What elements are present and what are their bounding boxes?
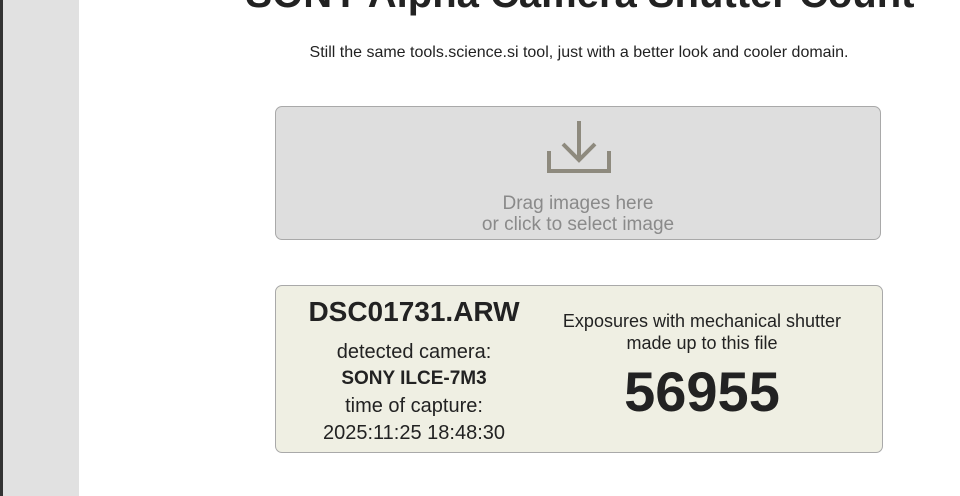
exposures-label-line2: made up to this file [626, 333, 778, 353]
capture-time-label: time of capture: [345, 395, 483, 417]
file-name: DSC01731.ARW [308, 296, 520, 327]
page-title: SONY Alpha Camera Shutter Count [170, 0, 960, 14]
dropzone-drag-text: Drag images here [502, 193, 654, 214]
capture-time-value: 2025:11:25 18:48:30 [322, 422, 506, 444]
result-card: DSC01731.ARW detected camera: SONY ILCE-… [275, 285, 883, 453]
shutter-count: 56955 [624, 360, 780, 423]
page-subtitle: Still the same tools.science.si tool, ju… [309, 44, 849, 61]
dropzone-click-text: or click to select image [481, 214, 675, 235]
camera-label: detected camera: [336, 341, 492, 363]
exposures-label: Exposures with mechanical shutter made u… [552, 310, 852, 354]
image-dropzone[interactable]: Drag images here or click to select imag… [275, 106, 881, 240]
page: SONY Alpha Camera Shutter Count Still th… [0, 0, 960, 496]
camera-value: SONY ILCE-7M3 [341, 368, 487, 389]
left-sidebar [3, 0, 79, 496]
exposures-label-line1: Exposures with mechanical shutter [562, 311, 842, 331]
download-icon [547, 121, 611, 173]
